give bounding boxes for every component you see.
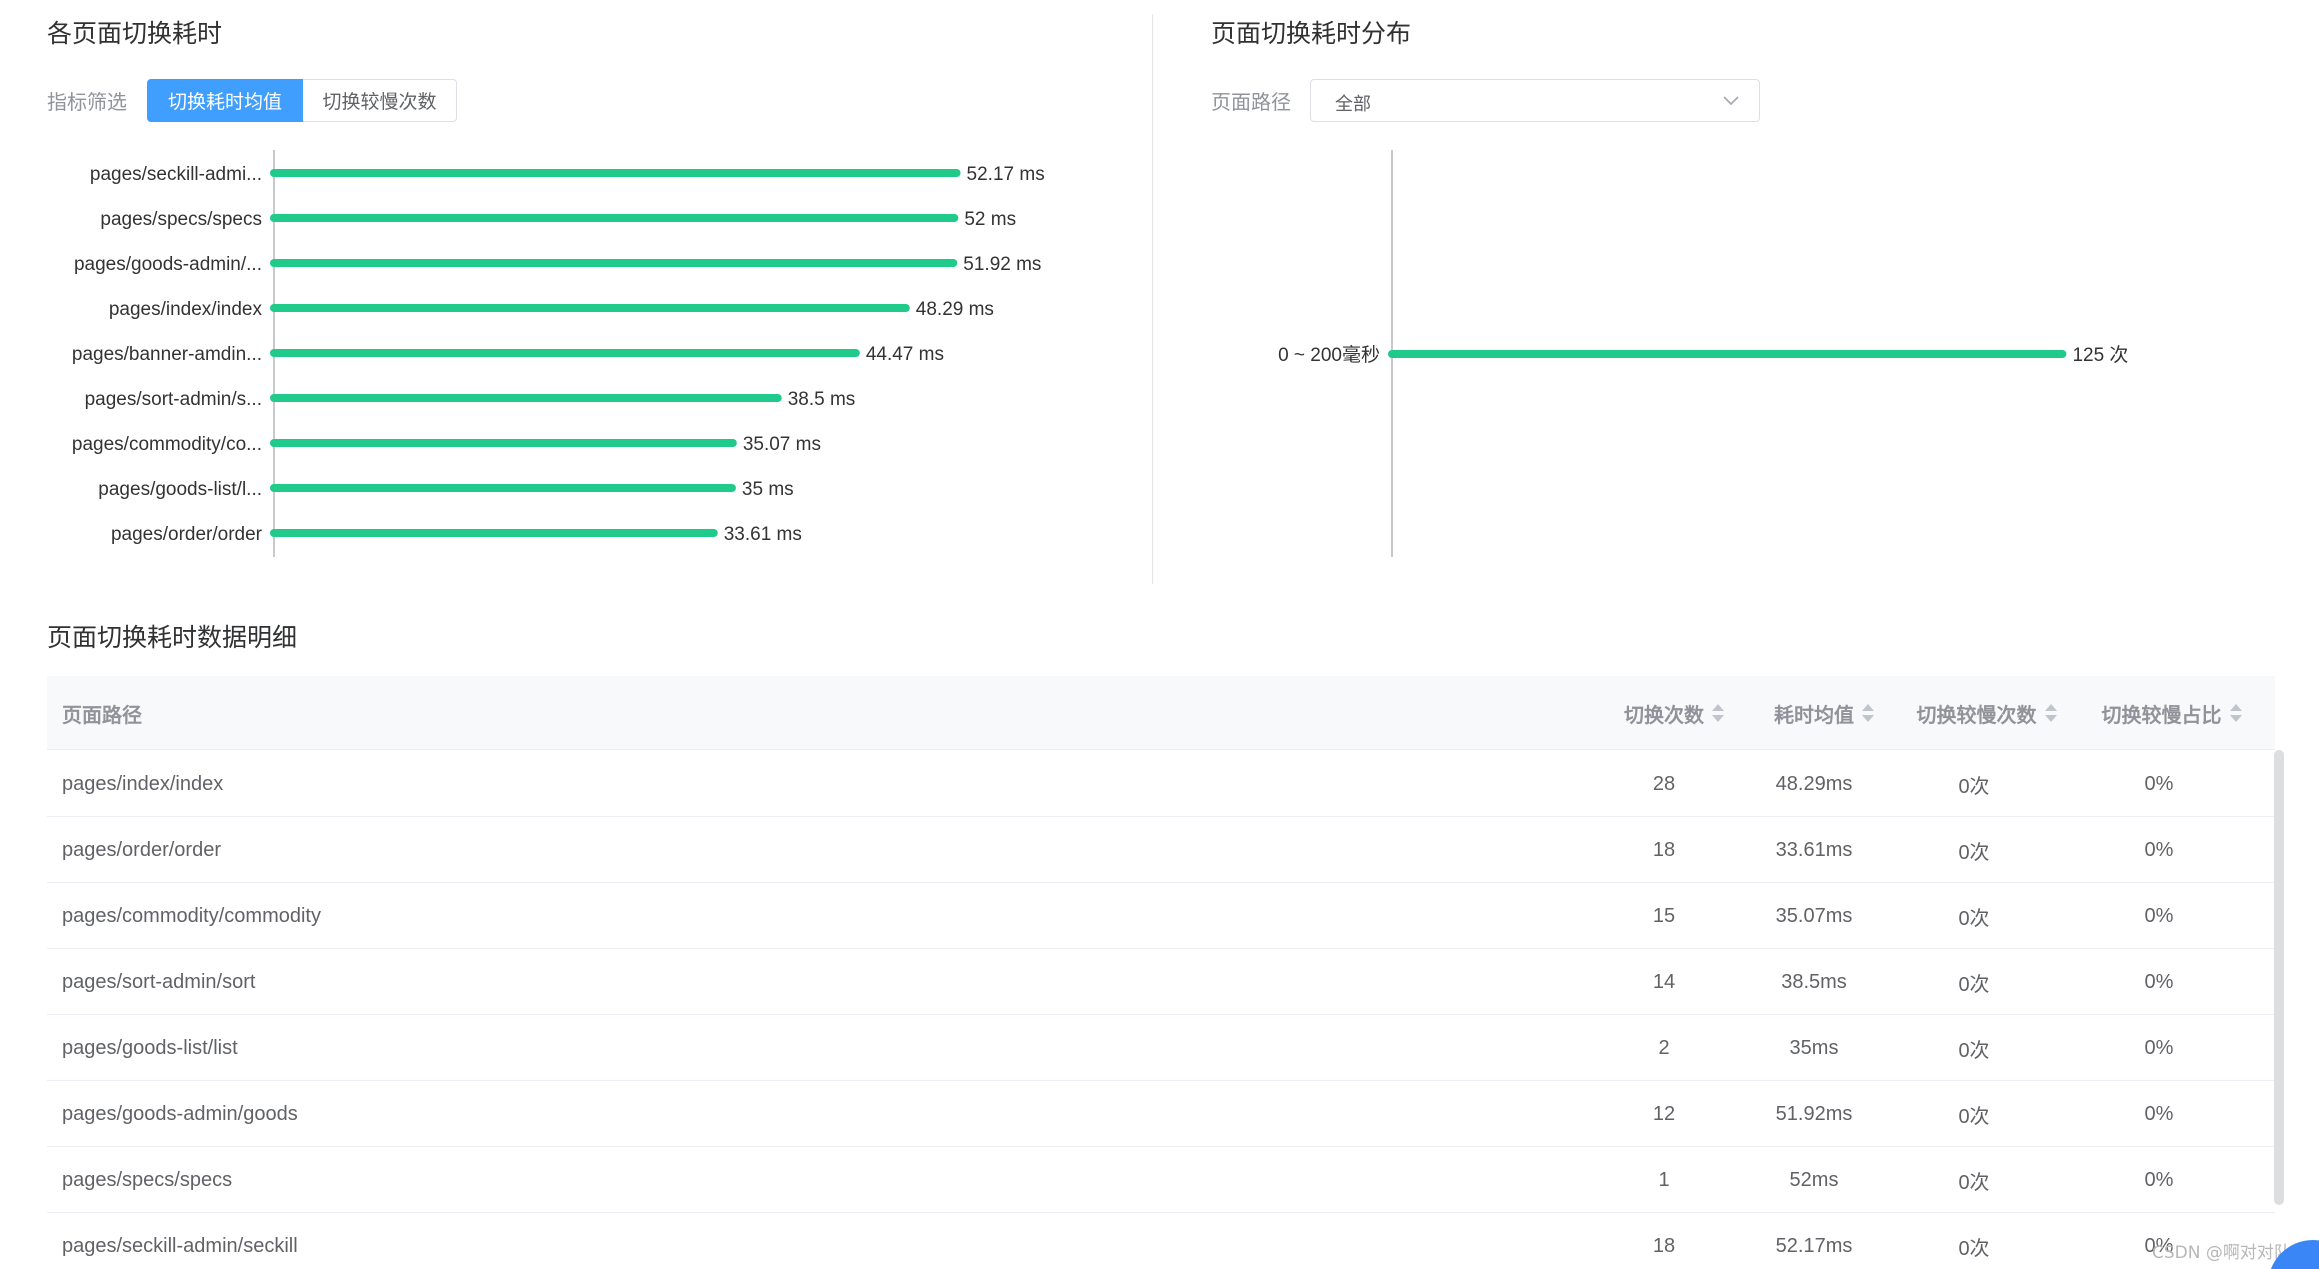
- cell-page-path: pages/commodity/commodity: [62, 904, 321, 927]
- header-slow-ratio[interactable]: 切换较慢占比: [2074, 676, 2269, 750]
- cell-slow-ratio: 0%: [2144, 1168, 2174, 1191]
- cell-avg-time: 35.07ms: [1775, 904, 1853, 927]
- value-label: 52.17 ms: [967, 164, 1045, 185]
- table-row[interactable]: pages/order/order 18 33.61ms 0次 0%: [47, 817, 2275, 883]
- cell-switch-count: 2: [1658, 1036, 1670, 1059]
- cell-avg-time: 38.5ms: [1781, 970, 1847, 993]
- panel-divider: [1152, 14, 1153, 584]
- category-label: pages/sort-admin/s...: [85, 389, 262, 410]
- category-label: pages/commodity/co...: [72, 434, 262, 455]
- header-avg-time[interactable]: 耗时均值: [1749, 676, 1899, 750]
- value-label: 38.5 ms: [788, 389, 856, 410]
- cell-slow-count: 0次: [1958, 973, 1990, 996]
- cell-page-path: pages/index/index: [62, 772, 224, 795]
- table-row[interactable]: pages/seckill-admin/seckill 18 52.17ms 0次 0%: [47, 1213, 2275, 1269]
- category-label: 0 ~ 200毫秒: [1278, 344, 1380, 366]
- table-header: 页面路径 切换次数 耗时均值 切换较慢次数 切换较慢占比: [47, 676, 2275, 750]
- page-switch-time-bar-chart: pages/seckill-admi... 52.17 ms pages/specs…: [72, 150, 1045, 557]
- left-panel-title: 各页面切换耗时: [47, 19, 223, 48]
- cell-switch-count: 15: [1652, 904, 1676, 927]
- cell-switch-count: 12: [1652, 1102, 1676, 1125]
- category-label: pages/goods-list/l...: [98, 479, 262, 500]
- cell-avg-time: 52ms: [1789, 1168, 1839, 1191]
- cell-page-path: pages/seckill-admin/seckill: [62, 1234, 298, 1257]
- value-label: 125 次: [2072, 344, 2128, 366]
- page-path-select[interactable]: 全部: [1310, 79, 1760, 122]
- table-row[interactable]: pages/goods-list/list 2 35ms 0次 0%: [47, 1015, 2275, 1081]
- header-slow-count[interactable]: 切换较慢次数: [1899, 676, 2074, 750]
- switch-time-distribution-chart: 0 ~ 200毫秒 125 次: [1278, 150, 2128, 557]
- cell-slow-ratio: 0%: [2144, 838, 2174, 861]
- table-row[interactable]: pages/commodity/commodity 15 35.07ms 0次 0%: [47, 883, 2275, 949]
- cell-page-path: pages/specs/specs: [62, 1168, 233, 1191]
- cell-slow-count: 0次: [1958, 1039, 1990, 1062]
- table-title: 页面切换耗时数据明细: [47, 623, 298, 652]
- path-label: 页面路径: [1211, 90, 1291, 114]
- cell-avg-time: 33.61ms: [1775, 838, 1853, 861]
- cell-slow-count: 0次: [1958, 907, 1990, 930]
- table-row[interactable]: pages/sort-admin/sort 14 38.5ms 0次 0%: [47, 949, 2275, 1015]
- cell-page-path: pages/goods-admin/goods: [62, 1102, 298, 1125]
- cell-switch-count: 28: [1652, 772, 1676, 795]
- value-label: 33.61 ms: [724, 524, 802, 545]
- cell-avg-time: 51.92ms: [1775, 1102, 1853, 1125]
- category-label: pages/seckill-admi...: [90, 164, 262, 185]
- cell-page-path: pages/goods-list/list: [62, 1036, 238, 1059]
- cell-slow-count: 0次: [1958, 1237, 1990, 1260]
- chevron-down-icon: [1723, 96, 1739, 106]
- cell-avg-time: 52.17ms: [1775, 1234, 1853, 1257]
- category-label: pages/order/order: [111, 524, 263, 545]
- cell-slow-ratio: 0%: [2144, 772, 2174, 795]
- table-row[interactable]: pages/goods-admin/goods 12 51.92ms 0次 0%: [47, 1081, 2275, 1147]
- category-label: pages/goods-admin/...: [74, 254, 262, 275]
- sort-icon[interactable]: [1712, 703, 1724, 723]
- cell-slow-ratio: 0%: [2144, 904, 2174, 927]
- category-label: pages/banner-amdin...: [72, 344, 262, 365]
- cell-avg-time: 48.29ms: [1775, 772, 1853, 795]
- cell-slow-ratio: 0%: [2144, 970, 2174, 993]
- cell-slow-count: 0次: [1958, 775, 1990, 798]
- value-label: 52 ms: [964, 209, 1016, 230]
- value-label: 44.47 ms: [866, 344, 944, 365]
- sort-icon[interactable]: [2044, 703, 2057, 723]
- table-scrollbar[interactable]: [2274, 750, 2284, 1205]
- cell-slow-ratio: 0%: [2144, 1036, 2174, 1059]
- value-label: 35.07 ms: [743, 434, 821, 455]
- table-row[interactable]: pages/specs/specs 1 52ms 0次 0%: [47, 1147, 2275, 1213]
- cell-switch-count: 1: [1658, 1168, 1670, 1191]
- cell-avg-time: 35ms: [1789, 1036, 1839, 1059]
- right-panel-title: 页面切换耗时分布: [1211, 19, 1412, 48]
- cell-switch-count: 18: [1652, 838, 1676, 861]
- cell-page-path: pages/sort-admin/sort: [62, 970, 256, 993]
- header-switch-count[interactable]: 切换次数: [1599, 676, 1749, 750]
- value-label: 51.92 ms: [963, 254, 1041, 275]
- sort-icon[interactable]: [2229, 703, 2242, 723]
- filter-label: 指标筛选: [47, 90, 127, 114]
- value-label: 48.29 ms: [916, 299, 994, 320]
- detail-table: 页面路径 切换次数 耗时均值 切换较慢次数 切换较慢占比 pages/index…: [47, 676, 2275, 1269]
- page-path-select-value: 全部: [1335, 94, 1371, 115]
- sort-icon[interactable]: [1862, 703, 1874, 723]
- header-page-path: 页面路径: [62, 702, 142, 727]
- cell-switch-count: 14: [1652, 970, 1676, 993]
- tab-avg-switch-time[interactable]: 切换耗时均值: [147, 79, 303, 122]
- cell-slow-count: 0次: [1958, 841, 1990, 864]
- cell-slow-ratio: 0%: [2144, 1102, 2174, 1125]
- cell-page-path: pages/order/order: [62, 838, 221, 861]
- category-label: pages/specs/specs: [100, 209, 262, 230]
- tab-slow-switch-count[interactable]: 切换较慢次数: [303, 79, 457, 122]
- cell-slow-count: 0次: [1958, 1105, 1990, 1128]
- table-row[interactable]: pages/index/index 28 48.29ms 0次 0%: [47, 751, 2275, 817]
- category-label: pages/index/index: [109, 299, 263, 320]
- value-label: 35 ms: [742, 479, 794, 500]
- cell-slow-count: 0次: [1958, 1171, 1990, 1194]
- cell-switch-count: 18: [1652, 1234, 1676, 1257]
